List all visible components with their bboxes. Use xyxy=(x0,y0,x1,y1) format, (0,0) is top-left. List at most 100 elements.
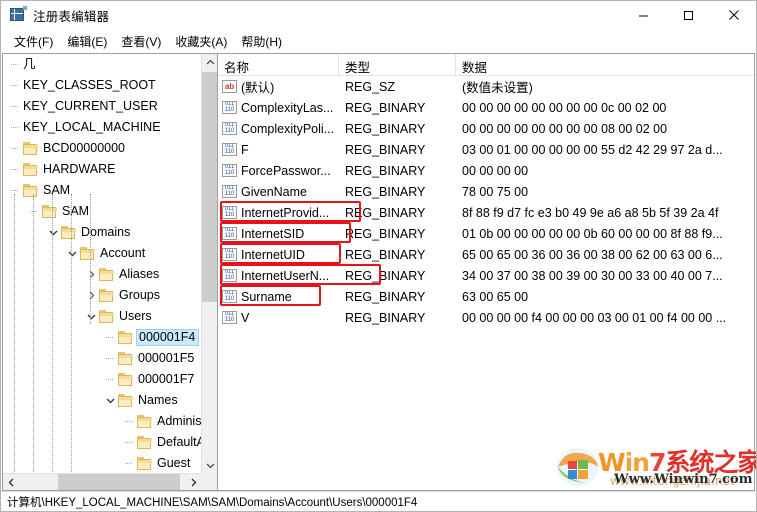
folder-icon xyxy=(118,331,134,344)
menu-item-view[interactable]: 查看(V) xyxy=(114,31,168,52)
value-row[interactable]: 011 110 GivenName REG_BINARY 78 00 75 00 xyxy=(218,181,754,202)
value-row[interactable]: 011 110 ComplexityLas... REG_BINARY 00 00 00… xyxy=(218,97,754,118)
value-name-cell: 011 110 ForcePasswor... xyxy=(218,164,339,178)
folder-icon xyxy=(137,436,153,449)
tree-item[interactable]: KEY_CLASSES_ROOT xyxy=(3,75,202,96)
value-type-cell: REG_BINARY xyxy=(345,205,426,220)
close-button[interactable] xyxy=(711,1,756,29)
menu-item-edit[interactable]: 编辑(E) xyxy=(60,31,114,52)
status-bar-path: 计算机\HKEY_LOCAL_MACHINE\SAM\SAM\Domains\A… xyxy=(7,496,418,509)
chevron-right-icon[interactable] xyxy=(83,264,99,285)
value-type-cell: REG_BINARY xyxy=(345,184,426,199)
value-row[interactable]: 011 110 F REG_BINARY 03 00 01 00 00 00 00 00… xyxy=(218,139,754,160)
tree-guide-line xyxy=(33,194,34,474)
chevron-right-icon[interactable] xyxy=(83,285,99,306)
registry-tree[interactable]: 几 KEY_CLASSES_ROOT KEY_CURRENT_USER KEY_LOC… xyxy=(3,54,202,474)
folder-icon xyxy=(99,310,115,323)
value-row[interactable]: 011 110 ComplexityPoli... REG_BINARY 00 00 0… xyxy=(218,118,754,139)
title-bar[interactable]: 注册表编辑器 xyxy=(1,1,756,29)
tree-horizontal-scrollbar[interactable] xyxy=(3,473,202,490)
tree-item[interactable]: HARDWARE xyxy=(3,159,202,180)
tree-item-label: DefaultAccou xyxy=(157,435,202,449)
value-data-cell: 00 00 00 00 xyxy=(462,163,529,178)
chevron-down-icon[interactable] xyxy=(102,390,118,411)
value-name-label: F xyxy=(241,142,249,157)
tree-item-label: Administrato xyxy=(157,414,202,428)
tree-item[interactable]: 几 xyxy=(3,54,202,75)
value-name-cell: 011 110 ComplexityLas... xyxy=(218,101,339,115)
binary-value-icon: 011 110 xyxy=(222,269,237,282)
tree-item-label: Guest xyxy=(157,456,191,470)
scrollbar-corner xyxy=(201,473,217,490)
value-row[interactable]: 011 110 InternetSID REG_BINARY 01 0b 00 00 0… xyxy=(218,223,754,244)
tree-connector xyxy=(7,159,23,180)
menu-bar: 文件(F) 编辑(E) 查看(V) 收藏夹(A) 帮助(H) xyxy=(1,30,756,52)
value-data-cell: 34 00 37 00 38 00 39 00 30 00 33 00 40 0… xyxy=(462,268,723,283)
value-type-cell: REG_SZ xyxy=(345,79,396,94)
tree-item[interactable]: KEY_LOCAL_MACHINE xyxy=(3,117,202,138)
menu-item-help[interactable]: 帮助(H) xyxy=(234,31,289,52)
scroll-right-icon[interactable] xyxy=(185,474,202,490)
scroll-down-icon[interactable] xyxy=(202,457,217,474)
folder-icon xyxy=(118,373,134,386)
tree-item[interactable]: BCD00000000 xyxy=(3,138,202,159)
value-name-cell: 011 110 Surname xyxy=(218,290,339,304)
binary-value-icon: 011 110 xyxy=(222,164,237,177)
scroll-left-icon[interactable] xyxy=(3,474,20,490)
tree-item-label: Users xyxy=(119,309,152,323)
value-name-label: ForcePasswor... xyxy=(241,163,331,178)
binary-value-icon: 011 110 xyxy=(222,143,237,156)
value-type-cell: REG_BINARY xyxy=(345,268,426,283)
tree-vscroll-thumb[interactable] xyxy=(202,72,217,302)
value-row[interactable]: ab (默认) REG_SZ (数值未设置) xyxy=(218,76,754,97)
value-row[interactable]: 011 110 V REG_BINARY 00 00 00 00 f4 00 00 00… xyxy=(218,307,754,328)
values-list[interactable]: ab (默认) REG_SZ (数值未设置) 011 110 ComplexityLas..… xyxy=(218,76,754,328)
tree-item-label: SAM xyxy=(43,183,71,197)
value-name-cell: 011 110 InternetUID xyxy=(218,248,339,262)
chevron-down-icon[interactable] xyxy=(45,222,61,243)
string-value-icon: ab xyxy=(222,80,237,93)
value-name-label: V xyxy=(241,310,250,325)
column-header-data[interactable]: 数据 xyxy=(456,54,754,76)
tree-item-label: 000001F4 xyxy=(136,329,200,346)
value-row[interactable]: 011 110 InternetProvid... REG_BINARY 8f 88 f… xyxy=(218,202,754,223)
maximize-button[interactable] xyxy=(666,1,711,29)
value-row[interactable]: 011 110 InternetUID REG_BINARY 65 00 65 00 3… xyxy=(218,244,754,265)
tree-connector xyxy=(102,327,118,348)
value-type-cell: REG_BINARY xyxy=(345,163,426,178)
column-header-type[interactable]: 类型 xyxy=(339,54,456,76)
tree-item[interactable]: KEY_CURRENT_USER xyxy=(3,96,202,117)
binary-value-icon: 011 110 xyxy=(222,122,237,135)
column-header-name[interactable]: 名称 xyxy=(218,54,339,76)
folder-icon xyxy=(137,457,153,470)
tree-item-label: KEY_CLASSES_ROOT xyxy=(23,78,156,92)
registry-values-pane: 名称 类型 数据 ab (默认) REG_SZ (数值未设置) 011 110 Comple… xyxy=(218,53,755,491)
value-name-label: ComplexityPoli... xyxy=(241,121,335,136)
window-controls xyxy=(621,1,756,29)
folder-icon xyxy=(99,289,115,302)
value-name-label: (默认) xyxy=(241,81,275,95)
value-row[interactable]: 011 110 InternetUserN... REG_BINARY 34 00 37… xyxy=(218,265,754,286)
binary-value-icon: 011 110 xyxy=(222,227,237,240)
tree-connector xyxy=(102,369,118,390)
chevron-down-icon[interactable] xyxy=(64,243,80,264)
value-data-cell: 00 00 00 00 00 00 00 00 0c 00 02 00 xyxy=(462,100,667,115)
folder-icon xyxy=(80,247,96,260)
value-name-cell: 011 110 InternetProvid... xyxy=(218,206,339,220)
tree-item-label: Names xyxy=(138,393,178,407)
chevron-down-icon[interactable] xyxy=(83,306,99,327)
value-data-cell: 78 00 75 00 xyxy=(462,184,529,199)
menu-item-favorites[interactable]: 收藏夹(A) xyxy=(168,31,234,52)
tree-hscroll-thumb[interactable] xyxy=(58,474,180,490)
scroll-up-icon[interactable] xyxy=(202,54,217,71)
value-name-label: InternetUserN... xyxy=(241,268,330,283)
minimize-button[interactable] xyxy=(621,1,666,29)
value-row[interactable]: 011 110 Surname REG_BINARY 63 00 65 00 xyxy=(218,286,754,307)
value-row[interactable]: 011 110 ForcePasswor... REG_BINARY 00 00 00 … xyxy=(218,160,754,181)
binary-value-icon: 011 110 xyxy=(222,290,237,303)
folder-icon xyxy=(23,184,39,197)
value-data-cell: 65 00 65 00 36 00 36 00 38 00 62 00 63 0… xyxy=(462,247,723,262)
binary-value-icon: 011 110 xyxy=(222,248,237,261)
tree-vertical-scrollbar[interactable] xyxy=(201,54,217,474)
menu-item-file[interactable]: 文件(F) xyxy=(7,31,60,52)
